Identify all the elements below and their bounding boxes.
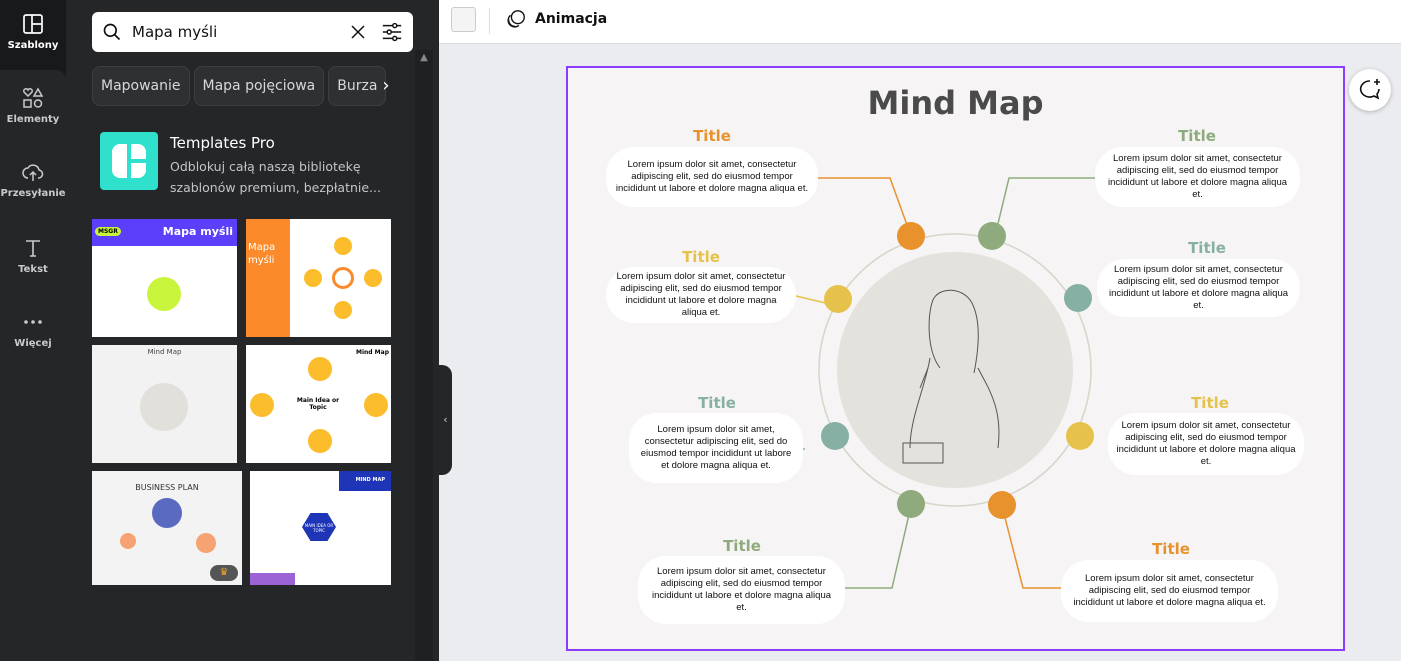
thumb-title: BUSINESS PLAN bbox=[135, 483, 199, 492]
promo-title: Templates Pro bbox=[170, 134, 275, 152]
thumb-title: Mapa myśli bbox=[162, 225, 233, 238]
design-canvas[interactable]: Mind Map Title Lorem ipsum dolor sit ame… bbox=[566, 66, 1345, 651]
rail-label: Szablony bbox=[7, 40, 59, 51]
collapse-panel-button[interactable]: ‹ bbox=[439, 365, 452, 475]
search-input[interactable] bbox=[132, 23, 349, 41]
templates-panel: MapowanieMapa pojęciowaBurza › Templates… bbox=[66, 0, 439, 661]
panel-scrollbar[interactable]: ▲ bbox=[415, 50, 433, 661]
side-rail: Szablony Elementy Przesyłanie Tekst Więc… bbox=[0, 0, 66, 661]
rail-item-more[interactable]: Więcej bbox=[0, 310, 66, 349]
more-icon bbox=[24, 320, 42, 324]
rail-item-elements[interactable]: Elementy bbox=[0, 86, 66, 125]
text-icon bbox=[26, 240, 40, 257]
node-title[interactable]: Title bbox=[698, 394, 736, 412]
templates-icon bbox=[23, 14, 43, 34]
chip[interactable]: Mapowanie bbox=[92, 66, 190, 106]
elements-icon bbox=[23, 87, 44, 108]
node-title[interactable]: Title bbox=[1178, 127, 1216, 145]
search-icon bbox=[103, 23, 121, 41]
animation-icon bbox=[507, 10, 525, 28]
chevron-up-icon[interactable]: ▲ bbox=[415, 52, 433, 63]
suggestion-chips: Mapowanie Mapa pojęciowa Burza bbox=[92, 66, 398, 106]
node-title[interactable]: Title bbox=[723, 537, 761, 555]
rail-label: Więcej bbox=[14, 338, 52, 349]
thumb-subtitle: MAIN IDEA OR TOPIC bbox=[304, 523, 334, 533]
add-comment-button[interactable] bbox=[1349, 69, 1391, 111]
animate-label: Animacja bbox=[535, 11, 608, 27]
node-text[interactable]: Lorem ipsum dolor sit amet, consectetur … bbox=[629, 413, 803, 483]
node-text[interactable]: Lorem ipsum dolor sit amet, consectetur … bbox=[606, 147, 818, 207]
node-text[interactable]: Lorem ipsum dolor sit amet, consectetur … bbox=[1095, 147, 1300, 207]
node-title[interactable]: Title bbox=[1152, 540, 1190, 558]
thumb-title: Mapa myśli bbox=[248, 242, 276, 266]
search-box bbox=[92, 12, 413, 52]
editor-toolbar: Animacja bbox=[439, 0, 1401, 44]
node-text[interactable]: Lorem ipsum dolor sit amet, consectetur … bbox=[606, 267, 796, 323]
thumb-title: MIND MAP bbox=[355, 477, 385, 483]
template-thumbnail[interactable]: BUSINESS PLAN ♛ bbox=[92, 471, 242, 585]
chevron-right-icon[interactable]: › bbox=[374, 66, 398, 106]
node-text[interactable]: Lorem ipsum dolor sit amet, consectetur … bbox=[1108, 413, 1304, 475]
template-thumbnail[interactable]: Mind Map Main Idea or Topic bbox=[246, 345, 391, 463]
node-title[interactable]: Title bbox=[693, 127, 731, 145]
templates-pro-logo bbox=[100, 132, 158, 190]
promo-description: Odblokuj całą naszą bibliotekę szablonów… bbox=[170, 159, 381, 195]
comment-add-icon bbox=[1359, 79, 1380, 100]
rail-label: Przesyłanie bbox=[0, 188, 66, 199]
node-text[interactable]: Lorem ipsum dolor sit amet, consectetur … bbox=[1061, 560, 1278, 622]
rail-item-templates[interactable]: Szablony bbox=[0, 12, 66, 51]
rail-item-upload[interactable]: Przesyłanie bbox=[0, 160, 66, 199]
clear-icon[interactable] bbox=[349, 23, 367, 41]
template-thumbnail[interactable]: Mind Map bbox=[92, 345, 237, 463]
rail-item-text[interactable]: Tekst bbox=[0, 236, 66, 275]
chip[interactable]: Mapa pojęciowa bbox=[193, 66, 325, 106]
thumb-title: Mind Map bbox=[356, 349, 389, 356]
thumb-badge: MSGR bbox=[95, 227, 121, 236]
background-color-swatch[interactable] bbox=[451, 7, 476, 32]
template-thumbnail[interactable]: Mapa myśli bbox=[246, 219, 391, 337]
filter-icon[interactable] bbox=[381, 21, 403, 43]
thumb-subtitle: Main Idea or Topic bbox=[296, 397, 340, 411]
rail-label: Tekst bbox=[18, 264, 48, 275]
rail-label: Elementy bbox=[6, 114, 60, 125]
upload-icon bbox=[22, 164, 44, 181]
node-title[interactable]: Title bbox=[1188, 239, 1226, 257]
divider bbox=[489, 8, 490, 34]
node-title[interactable]: Title bbox=[682, 248, 720, 266]
thumb-title: Mind Map bbox=[147, 348, 182, 356]
node-title[interactable]: Title bbox=[1191, 394, 1229, 412]
animate-button[interactable]: Animacja bbox=[505, 8, 607, 30]
node-text[interactable]: Lorem ipsum dolor sit amet, consectetur … bbox=[638, 556, 845, 624]
template-thumbnail[interactable]: MIND MAP MAIN IDEA OR TOPIC bbox=[250, 471, 391, 585]
node-text[interactable]: Lorem ipsum dolor sit amet, consectetur … bbox=[1097, 259, 1300, 317]
template-thumbnail[interactable]: MSGR Mapa myśli bbox=[92, 219, 237, 337]
premium-crown-icon: ♛ bbox=[210, 565, 238, 581]
